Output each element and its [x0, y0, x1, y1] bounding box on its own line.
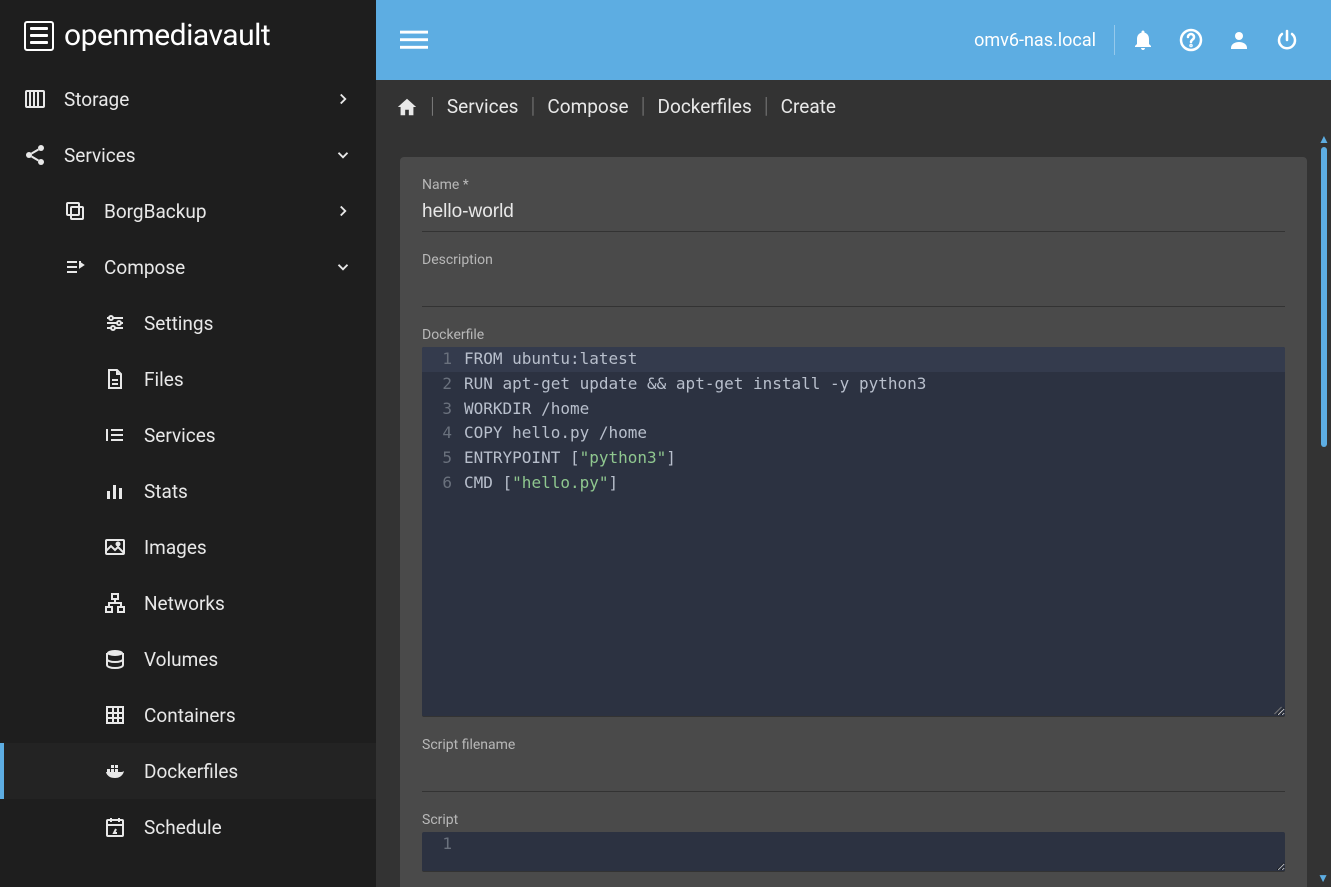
sidebar-item-label: Networks — [144, 592, 225, 615]
grid-icon — [102, 702, 128, 728]
power-icon[interactable] — [1263, 16, 1311, 64]
logo-icon — [24, 21, 54, 51]
sidebar-item-networks[interactable]: Networks — [0, 575, 376, 631]
script-editor[interactable]: 1 — [422, 832, 1285, 872]
chevron-down-icon — [332, 256, 354, 278]
user-icon[interactable] — [1215, 16, 1263, 64]
compose-icon — [62, 254, 88, 280]
chevron-right-icon — [332, 200, 354, 222]
logo[interactable]: openmediavault — [0, 0, 376, 67]
menu-button[interactable] — [396, 22, 432, 58]
share-icon — [22, 142, 48, 168]
sidebar-item-stats[interactable]: Stats — [0, 463, 376, 519]
sidebar-item-borgbackup[interactable]: BorgBackup — [0, 183, 376, 239]
bars-icon — [102, 478, 128, 504]
crumb-dockerfiles[interactable]: Dockerfiles — [658, 95, 752, 118]
sidebar-item-label: Dockerfiles — [144, 760, 238, 783]
sidebar-item-label: Files — [144, 368, 184, 391]
script-filename-input[interactable] — [422, 757, 1285, 792]
crumb-services[interactable]: Services — [447, 95, 519, 118]
name-input[interactable] — [422, 197, 1285, 232]
sidebar-item-label: Services — [64, 144, 136, 167]
docker-icon — [102, 758, 128, 784]
network-icon — [102, 590, 128, 616]
resize-handle-icon[interactable] — [1269, 700, 1283, 714]
main: omv6-nas.local | Services | Compose | Do… — [376, 0, 1331, 887]
scroll-indicator: ▲ — [1317, 133, 1331, 447]
dockerfile-label: Dockerfile — [422, 327, 1285, 343]
sidebar-item-schedule[interactable]: Schedule — [0, 799, 376, 855]
sidebar-item-images[interactable]: Images — [0, 519, 376, 575]
crumb-compose[interactable]: Compose — [547, 95, 628, 118]
notifications-icon[interactable] — [1119, 16, 1167, 64]
sidebar-item-label: Containers — [144, 704, 236, 727]
crumb-create[interactable]: Create — [781, 95, 836, 118]
chevron-down-icon — [332, 144, 354, 166]
form-card: Name * Description Dockerfile 1FROM ubun… — [400, 157, 1307, 887]
sidebar-item-label: BorgBackup — [104, 200, 207, 223]
sidebar-item-label: Storage — [64, 88, 129, 111]
sidebar-item-label: Services — [144, 424, 216, 447]
sidebar-item-storage[interactable]: Storage — [0, 71, 376, 127]
tune-icon — [102, 310, 128, 336]
sidebar-item-label: Volumes — [144, 648, 218, 671]
sidebar-item-volumes[interactable]: Volumes — [0, 631, 376, 687]
script-label: Script — [422, 812, 1285, 828]
app-name: openmediavault — [64, 18, 270, 53]
sidebar-item-services[interactable]: Services — [0, 127, 376, 183]
sidebar-item-files[interactable]: Files — [0, 351, 376, 407]
sidebar-item-label: Compose — [104, 256, 185, 279]
volumes-icon — [102, 646, 128, 672]
dockerfile-editor[interactable]: 1FROM ubuntu:latest2RUN apt-get update &… — [422, 347, 1285, 717]
name-label: Name * — [422, 177, 1285, 193]
list-icon — [102, 422, 128, 448]
scroll-down-icon: ▼ — [1317, 871, 1329, 885]
sidebar-item-label: Stats — [144, 480, 188, 503]
sidebar-item-label: Images — [144, 536, 207, 559]
sidebar-item-settings[interactable]: Settings — [0, 295, 376, 351]
description-label: Description — [422, 252, 1285, 268]
sidebar-item-label: Schedule — [144, 816, 222, 839]
header: omv6-nas.local — [376, 0, 1331, 80]
image-icon — [102, 534, 128, 560]
sidebar-item-label: Settings — [144, 312, 213, 335]
sidebar-item-containers[interactable]: Containers — [0, 687, 376, 743]
chevron-right-icon — [332, 88, 354, 110]
description-input[interactable] — [422, 272, 1285, 307]
content-scroll[interactable]: ▲ Name * Description Dockerfile 1FROM ub… — [376, 133, 1331, 887]
hostname[interactable]: omv6-nas.local — [960, 30, 1110, 51]
breadcrumb: | Services | Compose | Dockerfiles | Cre… — [376, 80, 1331, 133]
home-icon[interactable] — [396, 96, 418, 118]
script-filename-label: Script filename — [422, 737, 1285, 753]
sidebar-item-services[interactable]: Services — [0, 407, 376, 463]
borg-icon — [62, 198, 88, 224]
help-icon[interactable] — [1167, 16, 1215, 64]
sidebar-item-dockerfiles[interactable]: Dockerfiles — [0, 743, 376, 799]
nav: Storage Services BorgBackup Compose Settings… — [0, 67, 376, 887]
sidebar: openmediavault Storage Services BorgBackup… — [0, 0, 376, 887]
storage-icon — [22, 86, 48, 112]
sidebar-item-compose[interactable]: Compose — [0, 239, 376, 295]
file-icon — [102, 366, 128, 392]
calendar-icon — [102, 814, 128, 840]
